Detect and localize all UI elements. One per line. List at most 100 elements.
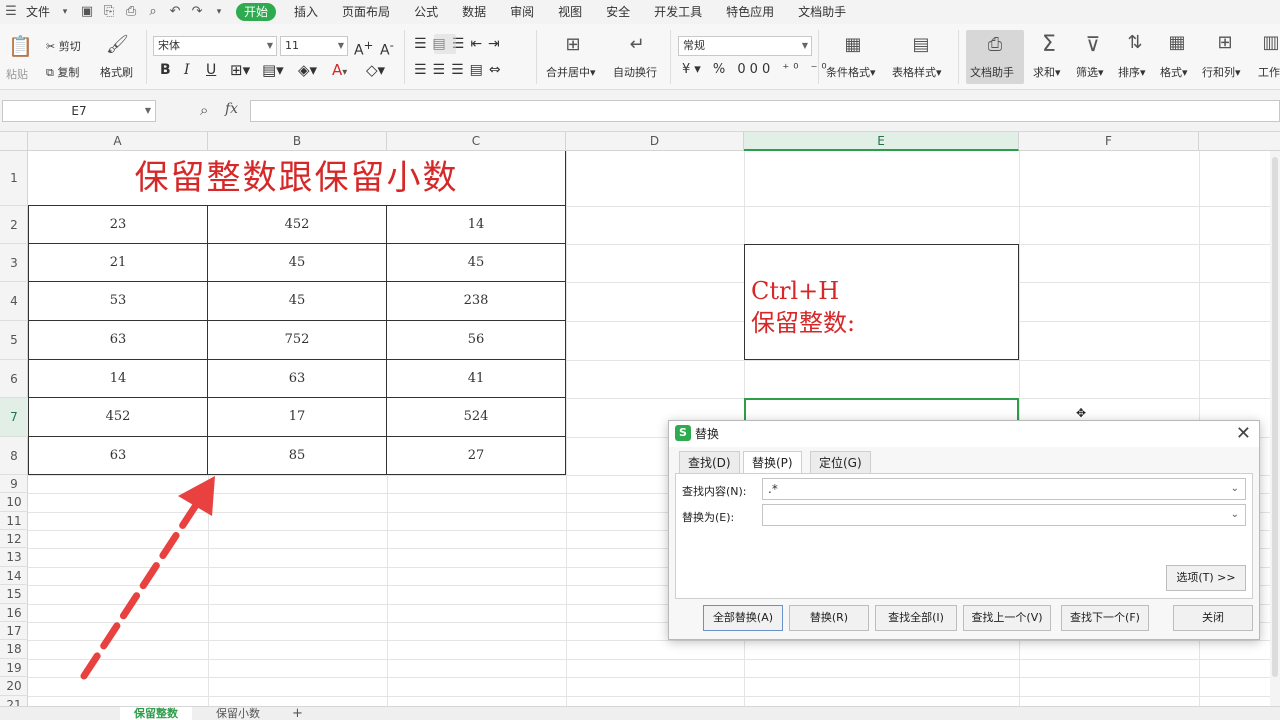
row-header-15[interactable]: 15 bbox=[0, 585, 28, 604]
italic-button[interactable]: I bbox=[184, 62, 190, 78]
font-name-select[interactable]: 宋体 ▼ bbox=[153, 36, 277, 56]
table-cell[interactable]: 45 bbox=[208, 244, 387, 282]
paste-icon[interactable]: 📋 bbox=[8, 34, 33, 58]
table-cell[interactable]: 27 bbox=[387, 437, 566, 475]
filter-button[interactable]: 筛选▾ bbox=[1076, 64, 1104, 80]
chevron-down-icon[interactable]: ⌄ bbox=[1231, 479, 1239, 499]
row-header-1[interactable]: 1 bbox=[0, 151, 28, 206]
bold-button[interactable]: B bbox=[160, 62, 171, 78]
redo-icon[interactable]: ↷ bbox=[186, 0, 208, 24]
table-cell[interactable]: 21 bbox=[28, 244, 208, 282]
sheet-tab-decimals[interactable]: 保留小数 bbox=[202, 707, 274, 720]
tab-goto[interactable]: 定位(G) bbox=[810, 451, 871, 473]
increase-font-icon[interactable]: A+ bbox=[354, 38, 373, 59]
table-cell[interactable]: 752 bbox=[208, 321, 387, 360]
filter-icon[interactable]: ⊽ bbox=[1080, 32, 1106, 56]
sort-icon[interactable]: ⇅ bbox=[1122, 32, 1148, 53]
row-header-4[interactable]: 4 bbox=[0, 282, 28, 321]
row-header-7[interactable]: 7 bbox=[0, 398, 28, 437]
horizontal-align-icons[interactable]: ☰☰☰▤⇔ bbox=[414, 62, 507, 78]
function-icon[interactable]: fx bbox=[225, 101, 238, 117]
clear-format-icon[interactable]: ◇▾ bbox=[366, 61, 385, 79]
print-preview-icon[interactable]: ⌕ bbox=[142, 0, 164, 24]
dialog-titlebar[interactable]: S 替换 ✕ bbox=[669, 421, 1259, 447]
table-cell[interactable]: 45 bbox=[387, 244, 566, 282]
file-menu[interactable]: 文件 bbox=[22, 0, 54, 24]
row-col-icon[interactable]: ⊞ bbox=[1212, 32, 1238, 53]
decrease-font-icon[interactable]: A- bbox=[380, 38, 394, 59]
name-box[interactable]: E7 ▼ bbox=[2, 100, 156, 122]
row-header-11[interactable]: 11 bbox=[0, 512, 28, 530]
tab-features[interactable]: 特色应用 bbox=[714, 0, 786, 24]
underline-button[interactable]: U bbox=[206, 62, 216, 78]
sum-icon[interactable]: Σ bbox=[1036, 32, 1062, 57]
table-cell[interactable]: 41 bbox=[387, 360, 566, 398]
wrap-text-icon[interactable]: ↵ bbox=[624, 34, 650, 55]
doc-assistant-icon[interactable]: ⎙ bbox=[982, 34, 1008, 55]
worksheet-icon[interactable]: ▥ bbox=[1262, 32, 1280, 53]
table-cell[interactable]: 63 bbox=[208, 360, 387, 398]
table-cell[interactable]: 45 bbox=[208, 282, 387, 321]
tab-replace[interactable]: 替换(P) bbox=[743, 451, 802, 474]
tab-find[interactable]: 查找(D) bbox=[679, 451, 740, 473]
replace-input[interactable]: ⌄ bbox=[762, 504, 1246, 526]
replace-button[interactable]: 替换(R) bbox=[789, 605, 869, 631]
column-header-b[interactable]: B bbox=[208, 132, 387, 151]
find-previous-button[interactable]: 查找上一个(V) bbox=[963, 605, 1051, 631]
table-cell[interactable]: 452 bbox=[28, 398, 208, 437]
table-cell[interactable]: 23 bbox=[28, 206, 208, 244]
copy-button[interactable]: ⧉ 复制 bbox=[46, 64, 79, 80]
find-all-button[interactable]: 查找全部(I) bbox=[875, 605, 957, 631]
formula-input[interactable] bbox=[250, 100, 1280, 122]
table-cell[interactable]: 14 bbox=[28, 360, 208, 398]
tab-view[interactable]: 视图 bbox=[546, 0, 594, 24]
row-header-2[interactable]: 2 bbox=[0, 206, 28, 244]
tab-data[interactable]: 数据 bbox=[450, 0, 498, 24]
row-header-18[interactable]: 18 bbox=[0, 640, 28, 659]
find-input[interactable]: .* ⌄ bbox=[762, 478, 1246, 500]
merge-center-icon[interactable]: ⊞ bbox=[560, 34, 586, 55]
row-header-10[interactable]: 10 bbox=[0, 493, 28, 512]
table-cell[interactable]: 63 bbox=[28, 321, 208, 360]
row-header-17[interactable]: 17 bbox=[0, 622, 28, 640]
paste-button[interactable]: 粘贴 bbox=[6, 66, 28, 82]
row-header-13[interactable]: 13 bbox=[0, 548, 28, 567]
number-format-icons[interactable]: ¥▾ % 000 ⁺⁰ ⁻⁰ bbox=[682, 62, 831, 77]
table-style-button[interactable]: 表格样式▾ bbox=[892, 64, 942, 80]
table-cell[interactable]: 85 bbox=[208, 437, 387, 475]
close-icon[interactable]: ✕ bbox=[1236, 421, 1251, 447]
font-size-select[interactable]: 11 ▼ bbox=[280, 36, 348, 56]
merge-center-button[interactable]: 合并居中▾ bbox=[546, 64, 596, 80]
number-format-select[interactable]: 常规 ▼ bbox=[678, 36, 812, 56]
print-icon[interactable]: ⎙ bbox=[120, 0, 142, 24]
sum-button[interactable]: 求和▾ bbox=[1033, 64, 1061, 80]
doc-assistant-button[interactable]: 文档助手 bbox=[970, 64, 1014, 80]
border-icon[interactable]: ⊞▾ bbox=[230, 61, 250, 79]
tab-page-layout[interactable]: 页面布局 bbox=[330, 0, 402, 24]
column-header-e[interactable]: E bbox=[744, 132, 1019, 151]
row-header-6[interactable]: 6 bbox=[0, 360, 28, 398]
conditional-format-button[interactable]: 条件格式▾ bbox=[826, 64, 876, 80]
sheet-tab-integers[interactable]: 保留整数 bbox=[120, 707, 192, 720]
row-header-16[interactable]: 16 bbox=[0, 604, 28, 622]
table-cell[interactable]: 17 bbox=[208, 398, 387, 437]
sort-button[interactable]: 排序▾ bbox=[1118, 64, 1146, 80]
row-header-3[interactable]: 3 bbox=[0, 244, 28, 282]
tab-insert[interactable]: 插入 bbox=[282, 0, 330, 24]
save-icon[interactable]: ▣ bbox=[76, 0, 98, 24]
wrap-text-button[interactable]: 自动换行 bbox=[613, 64, 657, 80]
row-header-20[interactable]: 20 bbox=[0, 677, 28, 696]
cell-style-icon[interactable]: ▤▾ bbox=[262, 61, 284, 79]
chevron-down-icon[interactable]: ▾ bbox=[54, 0, 76, 24]
column-header-f[interactable]: F bbox=[1019, 132, 1199, 151]
row-header-12[interactable]: 12 bbox=[0, 530, 28, 548]
fill-color-icon[interactable]: ◈▾ bbox=[298, 61, 317, 79]
table-cell[interactable]: 56 bbox=[387, 321, 566, 360]
column-header-a[interactable]: A bbox=[28, 132, 208, 151]
tab-home[interactable]: 开始 bbox=[236, 3, 277, 21]
chevron-down-icon[interactable]: ⌄ bbox=[1231, 505, 1239, 525]
column-header-d[interactable]: D bbox=[566, 132, 744, 151]
format-icon[interactable]: ▦ bbox=[1164, 32, 1190, 53]
add-sheet-button[interactable]: + bbox=[278, 707, 317, 720]
table-style-icon[interactable]: ▤ bbox=[908, 34, 934, 55]
